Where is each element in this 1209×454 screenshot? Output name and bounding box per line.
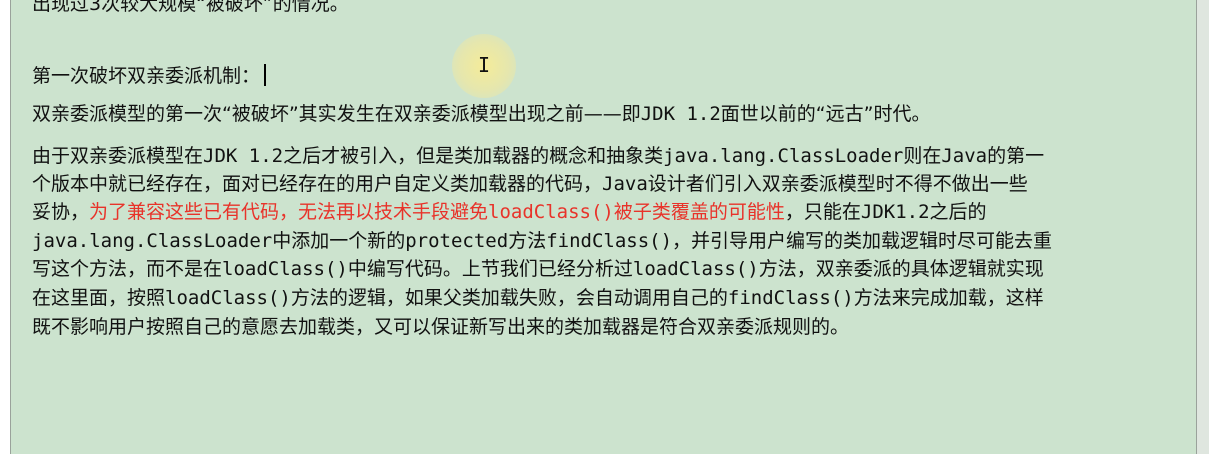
document-body[interactable]: 出现过3次较大规模“被破坏”的情况。 第一次破坏双亲委派机制： 双亲委派模型的第… bbox=[32, 0, 1192, 454]
code-run: JDK1.2 bbox=[860, 201, 930, 223]
text-run: 的第一 bbox=[987, 145, 1045, 167]
left-window-edge bbox=[0, 0, 11, 454]
text-run: ，并引导用户编写的类加载逻辑时尽可能去重 bbox=[672, 230, 1053, 252]
paragraph-2-line-4: java.lang.ClassLoader中添加一个新的protected方法f… bbox=[32, 230, 1052, 252]
text-run: 面世以前的“远古”时代。 bbox=[720, 103, 931, 125]
code-run: Java bbox=[941, 145, 988, 167]
highlighted-code: loadClass() bbox=[488, 201, 614, 223]
paragraph-1-line-1: 双亲委派模型的第一次“被破坏”其实发生在双亲委派模型出现之前——即JDK 1.2… bbox=[32, 103, 930, 125]
code-run: JDK 1.2 bbox=[203, 145, 284, 167]
paragraph-2-line-6: 在这里面，按照loadClass()方法的逻辑，如果父类加载失败，会自动调用自己… bbox=[32, 287, 1044, 309]
text-run: ，只能在 bbox=[784, 201, 861, 223]
code-run: loadClass() bbox=[222, 258, 348, 280]
text-run: 则在 bbox=[903, 145, 942, 167]
code-run: findClass() bbox=[727, 287, 854, 309]
highlighted-text: 被子类覆盖的可能性 bbox=[613, 201, 785, 223]
text-run: 双亲委派模型的第一次“被破坏”其实发生在双亲委派模型出现之前——即 bbox=[32, 103, 641, 125]
text-run: 个版本中就已经存在，面对已经存在的用户自定义类加载器的代码， bbox=[32, 173, 603, 195]
text-line-cut-top: 出现过3次较大规模“被破坏”的情况。 bbox=[32, 0, 349, 15]
heading-text: 第一次破坏双亲委派机制： bbox=[32, 65, 261, 87]
paragraph-2-line-3: 妥协，为了兼容这些已有代码，无法再以技术手段避免loadClass()被子类覆盖… bbox=[32, 201, 987, 223]
text-run: 中编写代码。上节我们已经分析过 bbox=[347, 258, 633, 280]
paragraph-2-line-7: 既不影响用户按照自己的意愿去加载类，又可以保证新写出来的类加载器是符合双亲委派规… bbox=[32, 316, 849, 338]
paragraph-2-line-2: 个版本中就已经存在，面对已经存在的用户自定义类加载器的代码，Java设计者们引入… bbox=[32, 173, 1028, 195]
code-run: java.lang.ClassLoader bbox=[663, 145, 904, 167]
code-run: findClass() bbox=[546, 230, 673, 252]
code-run: JDK 1.2 bbox=[640, 103, 721, 125]
code-run: Java bbox=[602, 173, 648, 195]
text-run: 出现过3次较大规模“被破坏”的情况。 bbox=[32, 0, 349, 15]
code-run: loadClass() bbox=[165, 287, 291, 309]
text-run: 由于双亲委派模型在 bbox=[32, 145, 204, 167]
code-run: protected bbox=[405, 230, 509, 252]
text-run: 在这里面，按照 bbox=[32, 287, 166, 309]
text-run: 之后才被引入，但是类加载器的概念和抽象类 bbox=[283, 145, 664, 167]
text-run: 设计者们引入双亲委派模型时不得不做出一些 bbox=[647, 173, 1028, 195]
paragraph-2-line-5: 写这个方法，而不是在loadClass()中编写代码。上节我们已经分析过load… bbox=[32, 258, 1044, 280]
text-run: 妥协， bbox=[32, 201, 90, 223]
text-run: 方法的逻辑，如果父类加载失败，会自动调用自己的 bbox=[290, 287, 728, 309]
code-run: java.lang.ClassLoader bbox=[32, 230, 273, 252]
vertical-scrollbar[interactable] bbox=[1196, 0, 1209, 454]
text-run: 方法来完成加载，这样 bbox=[853, 287, 1044, 309]
text-run: 既不影响用户按照自己的意愿去加载类，又可以保证新写出来的类加载器是符合双亲委派规… bbox=[32, 316, 850, 338]
text-caret bbox=[264, 64, 267, 86]
text-run: 中添加一个新的 bbox=[272, 230, 406, 252]
text-run: 写这个方法，而不是在 bbox=[32, 258, 223, 280]
ibeam-cursor-icon: I bbox=[478, 53, 491, 77]
text-run: 方法 bbox=[508, 230, 547, 252]
text-run: 方法，双亲委派的具体逻辑就实现 bbox=[758, 258, 1044, 280]
highlighted-text: 为了兼容这些已有代码，无法再以技术手段避免 bbox=[89, 201, 489, 223]
paragraph-2-line-1: 由于双亲委派模型在JDK 1.2之后才被引入，但是类加载器的概念和抽象类java… bbox=[32, 145, 1044, 167]
code-run: loadClass() bbox=[632, 258, 759, 280]
document-window: 出现过3次较大规模“被破坏”的情况。 第一次破坏双亲委派机制： 双亲委派模型的第… bbox=[0, 0, 1209, 454]
section-heading: 第一次破坏双亲委派机制： bbox=[32, 64, 267, 87]
text-run: 之后的 bbox=[929, 201, 987, 223]
